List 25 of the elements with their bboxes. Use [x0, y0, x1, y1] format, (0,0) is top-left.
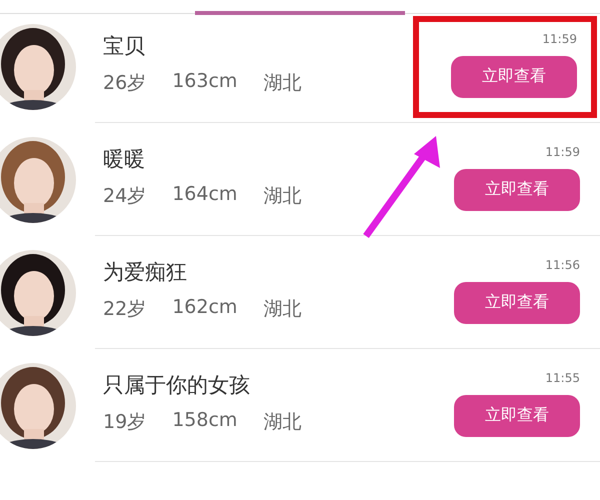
age-text: 24岁 [103, 184, 146, 208]
age-text: 19岁 [103, 410, 146, 434]
view-button[interactable]: 立即查看 [454, 282, 580, 324]
contact-name: 只属于你的女孩 [103, 372, 251, 398]
age-text: 22岁 [103, 296, 146, 322]
height-text: 158cm [172, 408, 238, 432]
region-text: 湖北 [263, 70, 302, 96]
region-text: 湖北 [263, 184, 302, 208]
time-text: 11:55 [545, 370, 580, 384]
region-text: 湖北 [263, 296, 302, 322]
age-text: 26岁 [103, 70, 146, 96]
contact-name: 暖暖 [103, 146, 146, 172]
region-text: 湖北 [263, 410, 302, 434]
height-text: 164cm [172, 182, 238, 206]
contact-name: 为爱痴狂 [103, 258, 188, 286]
view-button[interactable]: 立即查看 [451, 56, 577, 98]
time-text: 11:59 [545, 144, 580, 158]
contact-name: 宝贝 [103, 32, 146, 60]
time-text: 11:59 [542, 32, 577, 46]
time-text: 11:56 [545, 258, 580, 272]
tab-indicator[interactable] [195, 11, 405, 15]
view-button[interactable]: 立即查看 [454, 168, 580, 210]
height-text: 162cm [172, 296, 238, 320]
view-button[interactable]: 立即查看 [454, 394, 580, 436]
height-text: 163cm [172, 70, 238, 94]
